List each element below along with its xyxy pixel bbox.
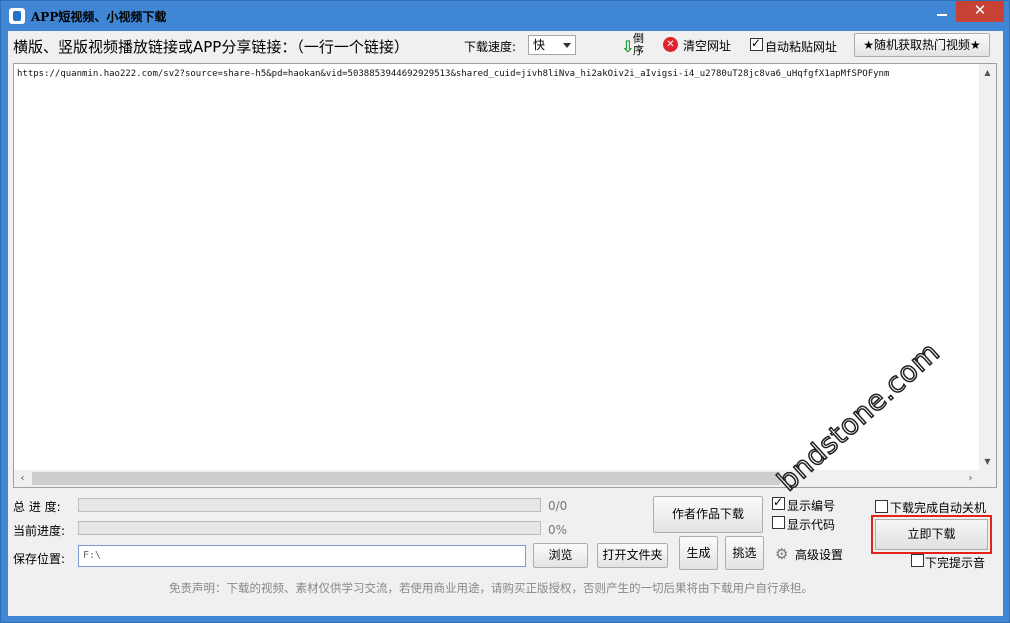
generate-button[interactable]: 生成 <box>679 536 718 570</box>
main-panel: 横版、竖版视频播放链接或APP分享链接：（一行一个链接） 下载速度: 快 ⇩ 倒… <box>8 31 1003 616</box>
save-location-label: 保存位置: <box>13 552 66 566</box>
vertical-scrollbar[interactable]: ▲ ▼ <box>979 64 996 470</box>
chevron-down-icon <box>563 43 571 48</box>
pick-button[interactable]: 挑选 <box>725 536 764 570</box>
browse-button[interactable]: 浏览 <box>533 543 588 568</box>
auto-shutdown-checkbox[interactable] <box>875 500 888 513</box>
horizontal-scroll-thumb[interactable] <box>32 472 780 485</box>
current-progress-bar <box>78 521 541 535</box>
total-progress-value: 0/0 <box>548 499 568 513</box>
auto-shutdown-label: 下载完成自动关机 <box>890 501 987 515</box>
open-folder-button[interactable]: 打开文件夹 <box>597 543 668 568</box>
auto-paste-label: 自动粘贴网址 <box>765 40 838 54</box>
show-number-checkbox[interactable] <box>772 495 785 510</box>
speed-select-value: 快 <box>533 38 546 52</box>
window-title: APP短视频、小视频下载 <box>31 10 167 24</box>
current-progress-value: 0% <box>548 523 568 537</box>
speed-select[interactable]: 快 <box>528 35 576 55</box>
random-hot-video-button[interactable]: ★随机获取热门视频★ <box>854 33 990 57</box>
app-window: APP短视频、小视频下载 ✕ 横版、竖版视频播放链接或APP分享链接：（一行一个… <box>0 0 1010 623</box>
author-works-download-button[interactable]: 作者作品下载 <box>653 496 763 533</box>
close-button[interactable]: ✕ <box>956 1 1004 22</box>
current-progress-label: 当前进度: <box>13 524 66 538</box>
done-sound-checkbox[interactable] <box>911 554 924 567</box>
link-instruction-label: 横版、竖版视频播放链接或APP分享链接：（一行一个链接） <box>13 38 409 56</box>
speed-label: 下载速度: <box>464 40 517 54</box>
app-logo-icon <box>9 8 25 24</box>
horizontal-scrollbar[interactable]: ‹ › <box>14 470 996 487</box>
close-icon: ✕ <box>973 1 987 19</box>
show-code-checkbox[interactable] <box>772 516 785 529</box>
gear-icon[interactable]: ⚙ <box>775 546 791 562</box>
scroll-down-icon[interactable]: ▼ <box>979 453 996 470</box>
scroll-left-icon[interactable]: ‹ <box>14 470 31 487</box>
advanced-settings-link[interactable]: 高级设置 <box>795 546 843 563</box>
scroll-up-icon[interactable]: ▲ <box>979 64 996 81</box>
download-now-button[interactable]: 立即下载 <box>871 515 992 554</box>
show-number-label: 显示编号 <box>787 499 836 513</box>
clear-urls-button[interactable]: ✕ 清空网址 <box>663 36 738 56</box>
auto-paste-checkbox[interactable] <box>750 36 763 51</box>
total-progress-bar <box>78 498 541 512</box>
show-code-label: 显示代码 <box>787 518 836 532</box>
download-now-label: 立即下载 <box>875 519 988 550</box>
total-progress-label: 总 进 度: <box>13 500 61 514</box>
done-sound-label: 下完提示音 <box>925 556 986 570</box>
minimize-button[interactable] <box>928 1 957 22</box>
scroll-right-icon[interactable]: › <box>962 470 979 487</box>
save-path-input[interactable]: F:\ <box>78 545 526 567</box>
reverse-order-button[interactable]: ⇩ 倒序 <box>618 33 646 59</box>
disclaimer-text: 免责声明：下载的视频、素材仅供学习交流，若使用商业用途，请购买正版授权，否则产生… <box>169 581 813 595</box>
reverse-order-label: 倒序 <box>633 32 644 57</box>
title-bar[interactable]: APP短视频、小视频下载 ✕ <box>1 1 1009 31</box>
clear-icon: ✕ <box>663 37 678 52</box>
url-line: https://quanmin.hao222.com/sv2?source=sh… <box>17 69 890 79</box>
clear-urls-label: 清空网址 <box>683 39 732 53</box>
